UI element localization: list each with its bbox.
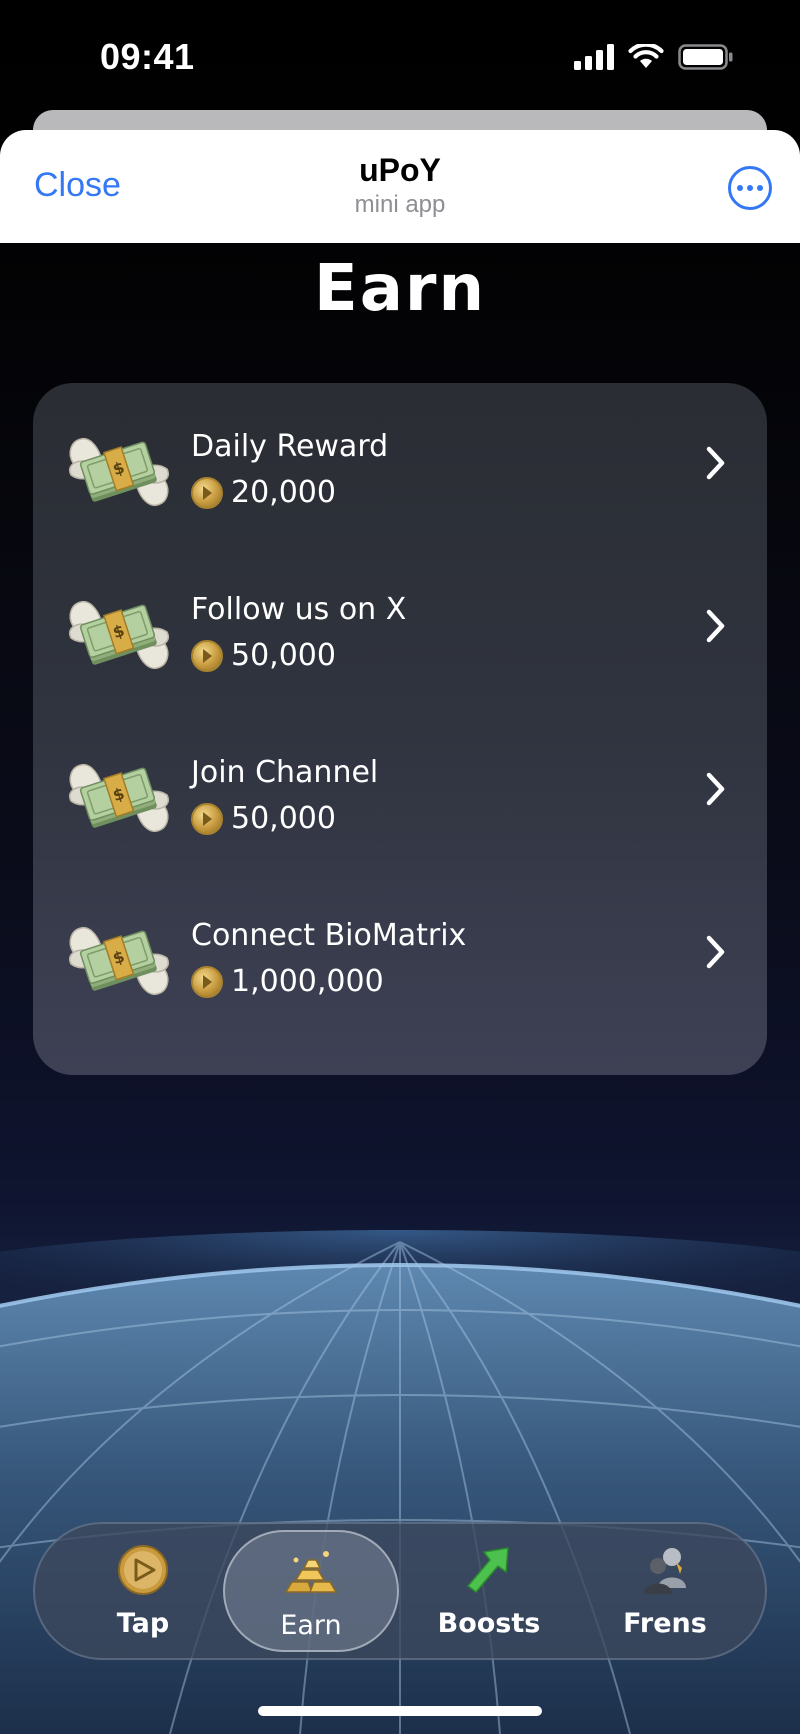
coin-icon	[191, 639, 223, 672]
coin-icon	[191, 965, 223, 998]
task-row-connect-biomatrix[interactable]: Connect BioMatrix 1,000,000	[33, 872, 767, 1035]
nav-frens[interactable]: Frens	[577, 1530, 753, 1652]
chevron-right-icon	[705, 445, 727, 481]
coin-icon	[118, 1545, 168, 1595]
header-titles: uPoY mini app	[0, 152, 800, 220]
chevron-right-icon	[705, 608, 727, 644]
wifi-icon	[628, 44, 664, 68]
more-icon[interactable]	[728, 166, 772, 210]
task-reward: 50,000	[191, 638, 336, 673]
task-name: Connect BioMatrix	[191, 918, 467, 953]
nav-label: Earn	[280, 1610, 342, 1641]
people-icon	[644, 1548, 686, 1594]
status-icons	[574, 44, 734, 70]
task-amount: 1,000,000	[231, 964, 384, 999]
chevron-right-icon	[705, 771, 727, 807]
money-with-wings-icon	[67, 912, 171, 1008]
status-time: 09:41	[100, 36, 195, 77]
page-title: Earn	[313, 252, 487, 326]
task-reward: 1,000,000	[191, 964, 384, 999]
task-row-follow-x[interactable]: Follow us on X 50,000	[33, 546, 767, 709]
app-header: Close uPoY mini app	[0, 130, 800, 243]
money-with-wings-icon	[67, 586, 171, 682]
more-dot	[737, 185, 743, 191]
money-with-wings-icon	[67, 423, 171, 519]
task-amount: 50,000	[231, 638, 336, 673]
battery-icon	[678, 44, 733, 70]
coin-icon	[191, 802, 223, 835]
money-with-wings-icon	[67, 749, 171, 845]
task-name: Join Channel	[191, 755, 379, 790]
chevron-right-icon	[705, 934, 727, 970]
nav-tap[interactable]: Tap	[55, 1530, 231, 1652]
coin-icon	[191, 476, 223, 509]
bottom-nav: Tap Earn Boosts Frens	[33, 1522, 767, 1660]
more-dot	[747, 185, 753, 191]
task-row-join-channel[interactable]: Join Channel 50,000	[33, 709, 767, 872]
status-bar: 09:41	[0, 0, 800, 110]
nav-label: Frens	[623, 1608, 707, 1639]
task-row-daily-reward[interactable]: Daily Reward 20,000	[33, 383, 767, 546]
app-screen: 09:41 Close uPoY mini app Earn Daily Rew…	[0, 0, 800, 1734]
nav-boosts[interactable]: Boosts	[401, 1530, 577, 1652]
arrow-up-icon	[467, 1547, 509, 1593]
signal-icon	[574, 44, 614, 70]
task-name: Follow us on X	[191, 592, 407, 627]
more-dot	[757, 185, 763, 191]
task-reward: 20,000	[191, 475, 336, 510]
task-amount: 20,000	[231, 475, 336, 510]
gold-bars-icon	[284, 1551, 338, 1593]
task-amount: 50,000	[231, 801, 336, 836]
task-name: Daily Reward	[191, 429, 389, 464]
task-reward: 50,000	[191, 801, 336, 836]
nav-earn[interactable]: Earn	[223, 1530, 399, 1652]
app-subtitle: mini app	[354, 191, 446, 218]
app-title: uPoY	[359, 152, 441, 188]
nav-label: Boosts	[437, 1608, 541, 1639]
nav-label: Tap	[116, 1608, 170, 1639]
home-indicator	[258, 1706, 542, 1716]
task-list: Daily Reward 20,000 Follow us on X 50,00…	[33, 383, 767, 1075]
